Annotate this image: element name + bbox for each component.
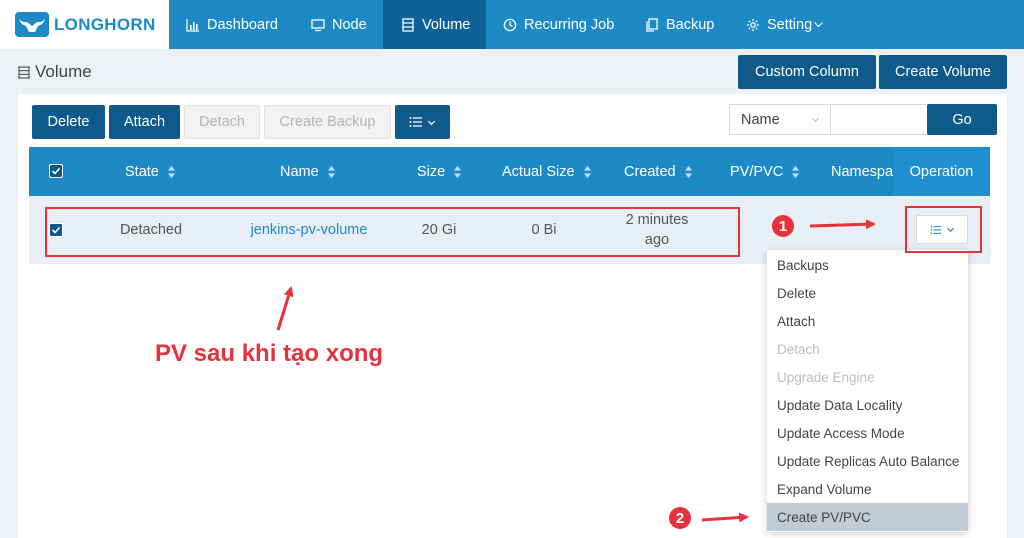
bulk-actions-menu-button[interactable] (395, 105, 450, 139)
sort-icon (327, 165, 335, 178)
table-header: State Name Size Actual Size Created PV/P… (29, 147, 990, 196)
nav-node-label: Node (332, 16, 367, 33)
annotation-step-2-badge: 2 (669, 507, 691, 529)
delete-button[interactable]: Delete (32, 105, 105, 139)
column-header-size[interactable]: Size (417, 147, 462, 196)
nav-backup[interactable]: Backup (645, 0, 714, 49)
attach-button[interactable]: Attach (109, 105, 180, 139)
column-header-created[interactable]: Created (624, 147, 693, 196)
nav-setting[interactable]: Setting (746, 0, 824, 49)
column-header-operation: Operation (893, 147, 990, 196)
menu-item-upgrade-engine[interactable]: Upgrade Engine (767, 363, 968, 391)
chevron-down-icon (811, 117, 820, 123)
annotation-step-1-badge: 1 (772, 215, 794, 237)
custom-column-button[interactable]: Custom Column (738, 55, 876, 89)
sort-icon (454, 165, 462, 178)
brand-logo-area[interactable]: LONGHORN (0, 0, 169, 49)
annotation-operation-highlight (905, 206, 982, 253)
create-volume-button[interactable]: Create Volume (879, 55, 1007, 89)
column-header-state[interactable]: State (125, 147, 176, 196)
operation-dropdown-menu: Backups Delete Attach Detach Upgrade Eng… (767, 250, 968, 532)
annotation-row-highlight (45, 207, 740, 257)
menu-item-expand-volume[interactable]: Expand Volume (767, 475, 968, 503)
select-all-checkbox[interactable] (49, 164, 63, 178)
detach-button[interactable]: Detach (184, 105, 260, 139)
nav-dashboard-label: Dashboard (207, 16, 278, 33)
column-header-name[interactable]: Name (280, 147, 336, 196)
column-header-pv-pvc-label: PV/PVC (730, 163, 784, 180)
chevron-down-icon (427, 120, 436, 125)
bar-chart-icon (186, 18, 199, 32)
create-backup-button[interactable]: Create Backup (264, 105, 391, 139)
nav-setting-label: Setting (767, 16, 813, 33)
page-title-text: Volume (35, 62, 92, 81)
menu-item-detach[interactable]: Detach (767, 335, 968, 363)
longhorn-logo-icon (15, 12, 49, 37)
nav-volume-label: Volume (422, 16, 471, 33)
sort-icon (792, 165, 800, 178)
gear-icon (747, 18, 759, 31)
column-header-name-label: Name (280, 163, 319, 180)
nav-recurring-job[interactable]: Recurring Job (503, 0, 614, 49)
search-field-value: Name (741, 111, 780, 128)
column-header-namespace-label: Namespace (831, 163, 893, 180)
chevron-down-icon (814, 22, 823, 28)
page-title: Volume (18, 62, 92, 82)
nav-dashboard[interactable]: Dashboard (186, 0, 278, 49)
database-icon (402, 17, 414, 32)
menu-item-update-replicas-auto-balance[interactable]: Update Replicas Auto Balance (767, 447, 968, 475)
nav-recurring-job-label: Recurring Job (524, 16, 615, 33)
column-header-operation-label: Operation (909, 163, 974, 180)
copy-icon (646, 17, 658, 32)
clock-icon (503, 18, 517, 31)
column-header-size-label: Size (417, 163, 446, 180)
nav-backup-label: Backup (666, 16, 715, 33)
column-header-actual-size-label: Actual Size (502, 163, 575, 180)
go-button[interactable]: Go (927, 104, 997, 135)
menu-item-attach[interactable]: Attach (767, 307, 968, 335)
monitor-icon (311, 18, 325, 31)
nav-volume[interactable]: Volume (383, 0, 486, 49)
brand-name: LONGHORN (54, 15, 156, 34)
column-header-created-label: Created (624, 163, 676, 180)
annotation-caption: PV sau khi tạo xong (155, 340, 384, 367)
sort-icon (684, 165, 692, 178)
sort-icon (583, 165, 591, 178)
sort-icon (167, 165, 175, 178)
column-header-pv-pvc[interactable]: PV/PVC (730, 147, 800, 196)
list-icon (409, 117, 422, 127)
nav-node[interactable]: Node (311, 0, 367, 49)
database-icon (18, 65, 30, 79)
checkmark-icon (51, 167, 61, 175)
top-navbar: LONGHORN Dashboard Node Volume Recurring… (0, 0, 1024, 49)
search-input[interactable] (831, 104, 928, 135)
column-header-state-label: State (125, 163, 159, 180)
menu-item-create-pv-pvc[interactable]: Create PV/PVC (767, 503, 968, 531)
column-header-namespace[interactable]: Namespace (831, 147, 893, 196)
menu-item-backups[interactable]: Backups (767, 251, 968, 279)
menu-item-update-data-locality[interactable]: Update Data Locality (767, 391, 968, 419)
column-header-actual-size[interactable]: Actual Size (502, 147, 592, 196)
search-field-select[interactable]: Name (729, 104, 831, 135)
menu-item-delete[interactable]: Delete (767, 279, 968, 307)
menu-item-update-access-mode[interactable]: Update Access Mode (767, 419, 968, 447)
